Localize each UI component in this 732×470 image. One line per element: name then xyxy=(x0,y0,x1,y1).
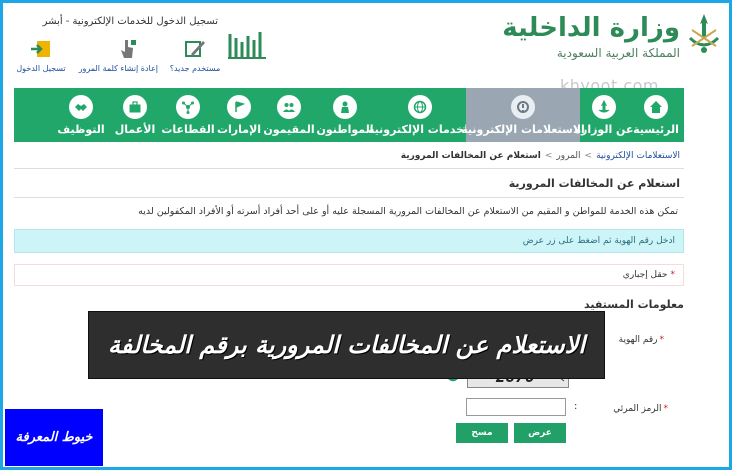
ministry-country: المملكة العربية السعودية xyxy=(556,46,680,60)
id-number-label-text: رقم الهوية xyxy=(618,335,658,345)
edit-icon xyxy=(185,41,205,57)
briefcase-icon xyxy=(123,94,147,119)
ministry-name: وزارة الداخلية xyxy=(502,13,680,43)
nav-item-jobs[interactable]: التوظيف xyxy=(52,88,110,142)
required-note-text: حقل إجباري xyxy=(622,270,668,280)
nav-label: الخدمات الإلكترونية xyxy=(368,122,472,136)
absher-logo-icon xyxy=(228,32,266,59)
site-header: وزارة الداخلية المملكة العربية السعودية … xyxy=(0,0,732,95)
overlay-title: الاستعلام عن المخالفات المرورية برقم الم… xyxy=(107,331,586,359)
login-icon xyxy=(31,41,50,57)
show-button[interactable]: عرض xyxy=(514,423,566,443)
visual-code-input[interactable] xyxy=(466,398,566,416)
new-user-label: مستخدم جديد؟ xyxy=(169,64,221,73)
globe-icon xyxy=(408,94,432,119)
nav-label: المواطنون xyxy=(316,122,374,136)
visual-code-label: *الرمز المرئي xyxy=(613,404,668,414)
breadcrumb-current: استعلام عن المخالفات المرورية xyxy=(400,151,541,161)
inquiry-icon xyxy=(511,94,535,119)
breadcrumb-separator: > xyxy=(584,151,593,161)
breadcrumb: الاستعلامات الإلكترونية > المرور > استعل… xyxy=(14,146,684,166)
nav-item-eservices[interactable]: الخدمات الإلكترونية xyxy=(368,88,472,142)
title-overlay-banner: الاستعلام عن المخالفات المرورية برقم الم… xyxy=(88,311,605,379)
required-star: * xyxy=(659,335,665,345)
visual-code-label-text: الرمز المرئي xyxy=(613,404,662,414)
reset-password-link[interactable]: إعادة إنشاء كلمة المرور xyxy=(78,38,158,73)
reset-password-label: إعادة إنشاء كلمة المرور xyxy=(78,64,158,73)
nav-label: المقيمون xyxy=(263,122,315,136)
ministry-block: وزارة الداخلية المملكة العربية السعودية xyxy=(502,14,680,60)
clear-button[interactable]: مسح xyxy=(456,423,508,443)
page-title: استعلام عن المخالفات المرورية xyxy=(14,168,684,198)
required-field-note: *حقل إجباري xyxy=(14,264,684,286)
sectors-icon xyxy=(176,94,200,119)
nav-item-emirates[interactable]: الإمارات xyxy=(216,88,262,142)
breadcrumb-inquiries[interactable]: الاستعلامات الإلكترونية xyxy=(596,151,680,161)
nav-item-residents[interactable]: المقيمون xyxy=(262,88,316,142)
new-user-link[interactable]: مستخدم جديد؟ xyxy=(164,38,226,73)
residents-icon xyxy=(277,94,301,119)
site-badge-text: خيوط المعرفة xyxy=(15,430,93,445)
visual-code-colon: : xyxy=(574,401,578,412)
service-description: تمكن هذه الخدمة للمواطن و المقيم من الاس… xyxy=(138,206,678,217)
nav-item-inquiries[interactable]: الاستعلامات الإلكترونية xyxy=(461,88,585,142)
nav-label: الرئيسية xyxy=(633,122,679,136)
required-star: * xyxy=(663,404,669,414)
absher-title: تسجيل الدخول للخدمات الإلكترونية - أبشر xyxy=(42,16,218,27)
site-badge: خيوط المعرفة xyxy=(5,409,103,466)
nav-item-home[interactable]: الرئيسية xyxy=(628,88,684,142)
login-link[interactable]: تسجيل الدخول xyxy=(10,38,72,73)
beneficiary-section-title: معلومات المستفيد xyxy=(584,298,684,311)
nav-item-citizens[interactable]: المواطنون xyxy=(316,88,374,142)
ministry-icon xyxy=(592,94,616,119)
main-nav: الرئيسية عن الوزارة الاستعلامات الإلكترو… xyxy=(14,88,684,142)
nav-item-sectors[interactable]: القطاعات xyxy=(160,88,216,142)
nav-label: القطاعات xyxy=(161,122,215,136)
nav-item-business[interactable]: الأعمال xyxy=(110,88,160,142)
info-message: ادخل رقم الهوية ثم اضغط على زر عرض xyxy=(14,229,684,253)
nav-label: الاستعلامات الإلكترونية xyxy=(461,122,585,136)
citizen-icon xyxy=(333,94,357,119)
breadcrumb-traffic[interactable]: المرور xyxy=(556,151,580,161)
nav-label: التوظيف xyxy=(57,122,105,136)
emirates-icon xyxy=(227,94,251,119)
handshake-icon xyxy=(69,94,93,119)
nav-label: الأعمال xyxy=(114,122,156,136)
nav-item-about[interactable]: عن الوزارة xyxy=(575,88,633,142)
breadcrumb-separator: > xyxy=(544,151,553,161)
required-star: * xyxy=(670,270,676,280)
id-number-label: *رقم الهوية xyxy=(619,335,664,345)
ministry-emblem-icon xyxy=(688,14,720,53)
nav-label: الإمارات xyxy=(216,122,262,136)
pointer-icon xyxy=(121,40,136,58)
login-label: تسجيل الدخول xyxy=(16,64,66,73)
home-icon xyxy=(644,94,668,119)
nav-label: عن الوزارة xyxy=(574,122,634,136)
